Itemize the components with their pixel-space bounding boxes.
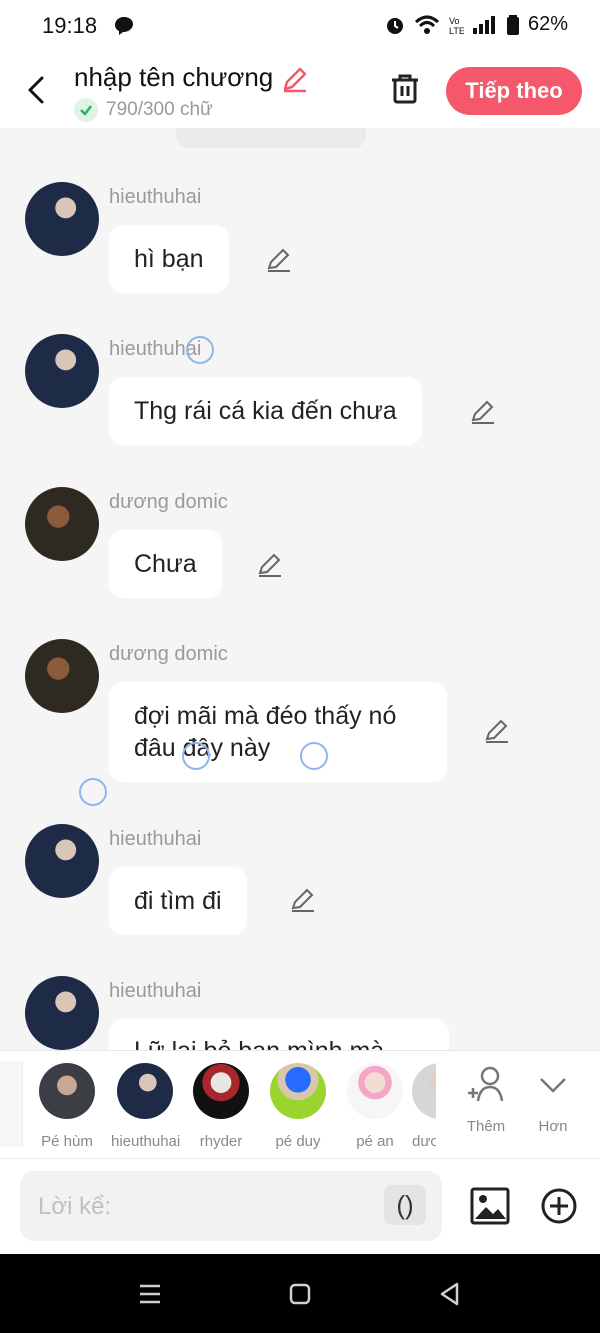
wifi-icon: [414, 15, 439, 34]
message-bubble[interactable]: Thg rái cá kia đến chưa: [109, 377, 422, 445]
volte-icon: VoLTE: [449, 16, 464, 36]
menu-icon[interactable]: [138, 1282, 162, 1306]
battery-icon: [506, 14, 519, 35]
character-name: dươ: [412, 1133, 436, 1150]
speaker-name: dương domic: [109, 491, 228, 513]
character-name: rhyder: [199, 1133, 243, 1150]
home-icon[interactable]: [288, 1282, 312, 1306]
status-time: 19:18: [42, 13, 98, 38]
touch-indicator: [300, 742, 328, 770]
edit-icon[interactable]: [265, 246, 293, 274]
next-button[interactable]: Tiếp theo: [446, 67, 582, 115]
touch-indicator: [186, 336, 214, 364]
avatar: [193, 1063, 249, 1119]
character-name: Pé hùm: [41, 1133, 93, 1150]
editor-header: nhập tên chương 790/300 chữ Tiếp theo: [0, 52, 600, 128]
back-nav-icon[interactable]: [437, 1281, 463, 1307]
character-name: pé an: [356, 1133, 394, 1150]
character-item[interactable]: pé duy: [264, 1063, 332, 1150]
image-icon[interactable]: [470, 1186, 510, 1226]
speaker-name: hieuthuhai: [109, 980, 202, 1002]
back-icon[interactable]: [22, 72, 52, 108]
alarm-icon: [386, 17, 403, 34]
character-item[interactable]: hieuthuhai: [111, 1063, 181, 1150]
previous-bubble-edge: [176, 128, 366, 148]
input-bar: Lời kể: (): [0, 1158, 600, 1255]
word-count: 790/300 chữ: [106, 99, 213, 120]
speaker-name: hieuthuhai: [109, 828, 202, 850]
add-character-button[interactable]: Thêm: [456, 1063, 516, 1135]
edit-icon[interactable]: [469, 398, 497, 426]
battery-level: 62%: [527, 13, 568, 35]
edit-icon[interactable]: [289, 886, 317, 914]
character-name: pé duy: [275, 1133, 321, 1150]
status-bar: 19:18 Vo LTE 62%: [0, 0, 600, 52]
parentheses-button[interactable]: (): [384, 1185, 426, 1225]
avatar[interactable]: [25, 976, 99, 1050]
edit-icon[interactable]: [256, 551, 284, 579]
touch-indicator: [79, 778, 107, 806]
add-circle-icon[interactable]: [540, 1187, 578, 1225]
chevron-down-icon: [540, 1078, 566, 1093]
svg-text:LTE: LTE: [449, 26, 464, 36]
character-name: hieuthuhai: [111, 1133, 181, 1150]
chapter-title[interactable]: nhập tên chương: [74, 62, 273, 93]
message-bubble[interactable]: hì bạn: [109, 225, 229, 293]
status-icons: Vo LTE 62%: [384, 13, 568, 36]
character-item[interactable]: rhyder: [187, 1063, 255, 1150]
avatar: [117, 1063, 173, 1119]
message-bubble[interactable]: đi tìm đi: [109, 867, 247, 935]
message-bubble[interactable]: Lữ lại bỏ bạn mình mà: [109, 1019, 449, 1050]
chat-area[interactable]: hieuthuhai hì bạn hieuthuhai Thg rái cá …: [0, 128, 600, 1050]
add-person-icon: [468, 1066, 504, 1102]
input-placeholder: Lời kể:: [38, 1193, 112, 1220]
signal-icon: [472, 15, 495, 34]
avatar[interactable]: [25, 334, 99, 408]
avatar: [412, 1063, 436, 1119]
check-icon: [74, 98, 98, 122]
trash-icon[interactable]: [388, 72, 422, 106]
message-bubble[interactable]: đợi mãi mà đéo thấy nó đâu đây này: [109, 682, 447, 782]
word-count-row: 790/300 chữ: [74, 98, 213, 122]
avatar[interactable]: [25, 182, 99, 256]
avatar: [39, 1063, 95, 1119]
more-button[interactable]: Hơn: [527, 1063, 579, 1135]
svg-text:Vo: Vo: [449, 16, 460, 26]
character-item[interactable]: Pé hùm: [33, 1063, 101, 1150]
avatar: [270, 1063, 326, 1119]
avatar[interactable]: [25, 824, 99, 898]
touch-indicator: [182, 742, 210, 770]
message-bubble[interactable]: Chưa: [109, 530, 222, 598]
system-nav-bar: [0, 1254, 600, 1333]
edit-title-icon[interactable]: [280, 64, 310, 94]
speaker-name: hieuthuhai: [109, 186, 202, 208]
avatar[interactable]: [25, 487, 99, 561]
more-label: Hơn: [538, 1118, 568, 1135]
avatar: [347, 1063, 403, 1119]
add-label: Thêm: [466, 1118, 506, 1135]
character-item[interactable]: pé an: [341, 1063, 409, 1150]
messenger-icon: [115, 17, 133, 35]
narration-input[interactable]: Lời kể: (): [20, 1171, 442, 1241]
character-item[interactable]: dươ: [412, 1063, 436, 1150]
edit-icon[interactable]: [483, 717, 511, 745]
scroll-edge: [0, 1061, 23, 1147]
avatar[interactable]: [25, 639, 99, 713]
character-bar: Pé hùm hieuthuhai rhyder pé duy pé an dư…: [0, 1050, 600, 1159]
speaker-name: dương domic: [109, 643, 228, 665]
